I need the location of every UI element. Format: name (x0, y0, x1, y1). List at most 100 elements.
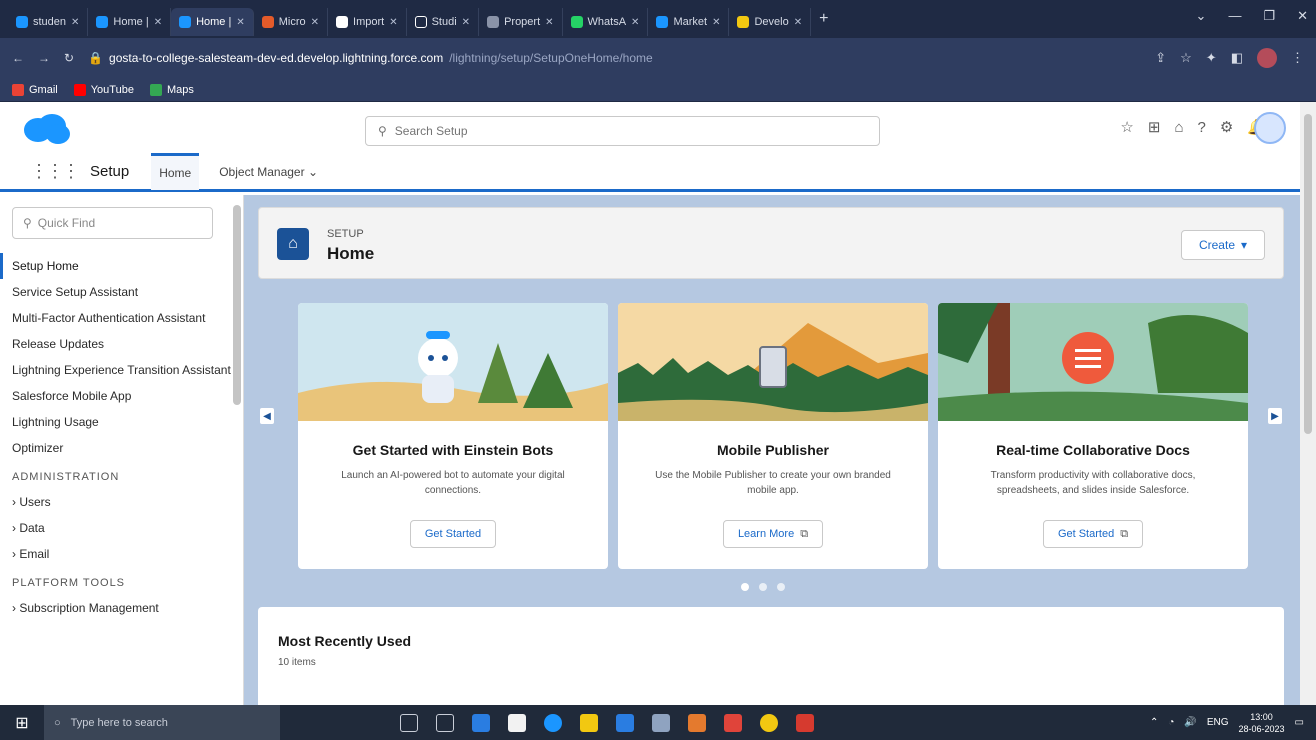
browser-tab-active[interactable]: Home | ✕ (171, 8, 254, 36)
close-icon[interactable]: ✕ (631, 17, 639, 28)
close-icon[interactable]: ✕ (311, 17, 319, 28)
back-icon[interactable]: ← (12, 51, 24, 65)
forward-icon[interactable]: → (38, 51, 50, 65)
get-started-button[interactable]: Get Started (409, 520, 497, 548)
app-launcher-icon[interactable]: ⋮⋮⋮ (30, 161, 80, 182)
close-icon[interactable]: ✕ (71, 17, 79, 28)
tab-favicon-icon (96, 16, 109, 28)
bookmark-maps[interactable]: Maps (149, 83, 194, 96)
browser-tab[interactable]: WhatsA ✕ (563, 8, 649, 36)
tab-object-manager[interactable]: Object Manager ⌄ (211, 155, 326, 189)
extensions-icon[interactable]: ✦ (1206, 50, 1217, 66)
windows-start-icon[interactable]: ⊞ (0, 713, 44, 733)
sidebar-item-lex-transition[interactable]: Lightning Experience Transition Assistan… (0, 357, 243, 383)
sidebar-item-users[interactable]: › Users (0, 489, 243, 515)
tab-favicon-icon (261, 16, 274, 28)
learn-more-button[interactable]: Learn More ⧉ (722, 520, 824, 548)
sidebar-item-release-updates[interactable]: Release Updates (0, 331, 243, 357)
star-icon[interactable]: ☆ (1180, 50, 1192, 66)
favorites-icon[interactable]: ☆ (1120, 118, 1133, 136)
network-icon[interactable]: ◔ (1168, 717, 1174, 728)
global-actions-icon[interactable]: ⊞ (1148, 118, 1161, 136)
tab-favicon-icon (16, 16, 28, 28)
close-icon[interactable]: ✕ (712, 17, 720, 28)
task-view-icon[interactable] (436, 713, 454, 732)
browser-tab[interactable]: Studi ✕ (407, 8, 480, 36)
sidebar-scrollbar[interactable] (233, 205, 241, 405)
taskbar-search-input[interactable]: ○ Type here to search (44, 705, 280, 740)
sidebar-item-lightning-usage[interactable]: Lightning Usage (0, 409, 243, 435)
create-button[interactable]: Create ▾ (1181, 230, 1265, 260)
file-explorer-icon[interactable] (580, 713, 598, 732)
carousel-dot[interactable] (759, 583, 767, 591)
quick-find-input[interactable]: ⚲ Quick Find (12, 207, 213, 239)
sidebar-item-service-setup[interactable]: Service Setup Assistant (0, 279, 243, 305)
gear-icon[interactable]: ⚙ (1220, 118, 1233, 136)
sidebar-item-data[interactable]: › Data (0, 515, 243, 541)
browser-tab[interactable]: Import ✕ (328, 8, 407, 36)
sidebar-item-mobile-app[interactable]: Salesforce Mobile App (0, 383, 243, 409)
menu-icon[interactable]: ⋮ (1291, 50, 1304, 66)
profile-avatar[interactable] (1257, 48, 1277, 68)
salesforce-logo-icon[interactable] (22, 112, 72, 146)
sidebar-item-setup-home[interactable]: Setup Home (0, 253, 243, 279)
trailhead-icon[interactable]: ⌂ (1174, 119, 1183, 136)
notifications-icon[interactable]: ▭ (1295, 717, 1304, 728)
close-icon[interactable]: ✕ (154, 17, 162, 28)
tab-home[interactable]: Home (151, 153, 200, 190)
browser-tab[interactable]: Propert ✕ (479, 8, 563, 36)
mail-icon[interactable] (472, 713, 490, 732)
share-icon[interactable]: ⇪ (1155, 50, 1166, 66)
sidebar-item-mfa-assistant[interactable]: Multi-Factor Authentication Assistant (0, 305, 243, 331)
close-window-icon[interactable]: ✕ (1297, 8, 1308, 24)
scrollbar-thumb[interactable] (1304, 114, 1312, 434)
help-icon[interactable]: ? (1198, 119, 1206, 136)
chevron-down-icon[interactable]: ⌄ (308, 165, 318, 179)
chevron-down-icon[interactable]: ⌄ (1196, 8, 1207, 24)
powerpoint-icon[interactable] (724, 713, 742, 732)
store-icon[interactable] (508, 713, 526, 732)
close-icon[interactable]: ✕ (236, 17, 244, 28)
carousel-dot[interactable] (777, 583, 785, 591)
setup-search-input[interactable]: ⚲ Search Setup (365, 116, 880, 146)
close-icon[interactable]: ✕ (389, 17, 397, 28)
url-field[interactable]: 🔒 gosta-to-college-salesteam-dev-ed.deve… (88, 45, 1141, 71)
close-icon[interactable]: ✕ (462, 17, 470, 28)
close-icon[interactable]: ✕ (794, 17, 802, 28)
browser-tab[interactable]: Home | ✕ (88, 8, 172, 36)
user-avatar[interactable] (1254, 112, 1286, 144)
browser-tab[interactable]: Market ✕ (648, 8, 730, 36)
carousel-next-button[interactable]: ▶ (1268, 408, 1282, 424)
volume-icon[interactable]: 🔊 (1184, 717, 1196, 728)
browser-tab[interactable]: Develo ✕ (729, 8, 812, 36)
sidebar-item-optimizer[interactable]: Optimizer (0, 435, 243, 461)
sidebar-item-email[interactable]: › Email (0, 541, 243, 567)
card-title: Mobile Publisher (716, 442, 829, 458)
language-indicator[interactable]: ENG (1207, 717, 1229, 728)
chevron-up-icon[interactable]: ⌃ (1150, 717, 1158, 728)
microphone-icon[interactable] (400, 713, 418, 732)
page-scrollbar[interactable] (1300, 102, 1316, 705)
pdf-icon[interactable] (796, 713, 814, 732)
get-started-button[interactable]: Get Started ⧉ (1042, 520, 1144, 548)
edge-icon[interactable] (544, 713, 562, 732)
carousel-dot[interactable] (741, 583, 749, 591)
word-icon[interactable] (616, 713, 634, 732)
browser-tab[interactable]: Micro ✕ (254, 8, 329, 36)
clock[interactable]: 13:00 28-06-2023 (1239, 711, 1285, 735)
chrome-icon[interactable] (760, 713, 778, 732)
app-icon[interactable] (688, 713, 706, 732)
sidebar-item-subscription-management[interactable]: › Subscription Management (0, 595, 243, 621)
app-icon[interactable] (652, 713, 670, 732)
bookmark-gmail[interactable]: Gmail (12, 83, 58, 96)
new-tab-button[interactable]: + (819, 10, 828, 28)
minimize-icon[interactable]: — (1228, 8, 1241, 24)
maximize-icon[interactable]: ❐ (1263, 8, 1275, 24)
browser-tab[interactable]: studen ✕ (8, 8, 89, 36)
close-icon[interactable]: ✕ (545, 17, 553, 28)
carousel-prev-button[interactable]: ◀ (260, 408, 274, 424)
reload-icon[interactable]: ↻ (64, 51, 74, 65)
bookmark-youtube[interactable]: YouTube (73, 83, 134, 96)
browser-tab-bar: studen ✕ Home | ✕ Home | ✕ Micro ✕ Import ✕ S… (0, 0, 1316, 38)
sidepanel-icon[interactable]: ◧ (1231, 50, 1243, 66)
